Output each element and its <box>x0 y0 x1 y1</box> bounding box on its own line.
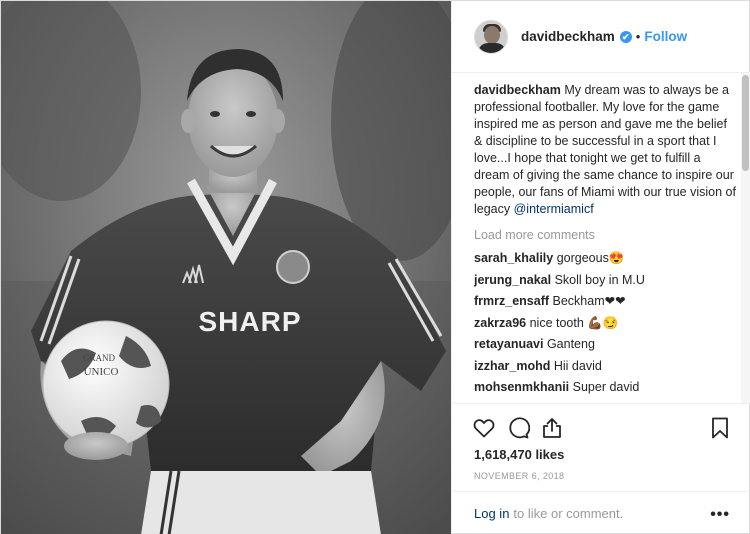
comment-text: gorgeous😍 <box>553 251 625 265</box>
comment-item: zakrza96 nice tooth 💪🏾😏 <box>474 315 736 332</box>
comment-username[interactable]: frmrz_ensaff <box>474 294 549 308</box>
caption-username[interactable]: davidbeckham <box>474 83 561 97</box>
post-footer: Log in to like or comment. ••• <box>452 491 750 534</box>
post-actions: 1,618,470 likes NOVEMBER 6, 2018 <box>452 403 750 491</box>
comment-text: Beckham❤❤ <box>549 294 626 308</box>
comment-item: izzhar_mohd Hii david <box>474 358 736 375</box>
follow-button[interactable]: Follow <box>644 29 687 44</box>
bookmark-icon[interactable] <box>708 416 732 440</box>
comment-item: frmrz_ensaff Beckham❤❤ <box>474 293 736 310</box>
caption-text: My dream was to always be a professional… <box>474 83 736 216</box>
post-caption: davidbeckham My dream was to always be a… <box>474 82 736 218</box>
instagram-post: SHARP GRAND UNICO davidbeckham ✔ • Follo… <box>0 0 750 534</box>
comment-icon[interactable] <box>506 416 530 440</box>
more-options-icon[interactable]: ••• <box>710 506 730 524</box>
comment-username[interactable]: sarah_khalily <box>474 251 553 265</box>
load-more-comments-button[interactable]: Load more comments <box>474 227 736 244</box>
comment-text: Hii david <box>550 358 602 373</box>
heart-icon[interactable] <box>472 416 496 440</box>
comment-item: mohsenmkhanii Super david <box>474 379 736 396</box>
ball-text-1: GRAND <box>83 353 116 363</box>
comment-username[interactable]: retayanuavi <box>474 337 543 351</box>
avatar[interactable] <box>474 19 508 54</box>
caption-mention-link[interactable]: @intermiamicf <box>514 202 594 216</box>
post-photo[interactable]: SHARP GRAND UNICO <box>1 1 451 534</box>
comment-text: Super david <box>569 380 640 394</box>
separator-dot: • <box>635 29 641 44</box>
share-icon[interactable] <box>540 416 564 440</box>
header-username[interactable]: davidbeckham <box>521 29 615 44</box>
scrollbar-thumb[interactable] <box>742 75 749 171</box>
comments-list[interactable]: davidbeckham My dream was to always be a… <box>474 73 736 403</box>
comment-username[interactable]: izzhar_mohd <box>474 359 550 373</box>
footer-text: to like or comment. <box>513 506 624 521</box>
comment-username[interactable]: zakrza96 <box>474 316 526 330</box>
comments-scrollbar[interactable] <box>741 73 750 403</box>
verified-badge-icon: ✔ <box>619 30 632 43</box>
ball-text-2: UNICO <box>84 366 119 378</box>
comment-username[interactable]: jerung_nakal <box>474 273 551 287</box>
post-panel: davidbeckham ✔ • Follow davidbeckham My … <box>451 1 750 534</box>
comment-text: Ganteng <box>543 337 595 351</box>
comment-username[interactable]: mohsenmkhanii <box>474 380 569 394</box>
comment-text: Skoll boy in M.U <box>551 272 645 287</box>
comment-item: retayanuavi Ganteng <box>474 336 736 353</box>
comment-item: jerung_nakal Skoll boy in M.U <box>474 272 736 289</box>
comment-item: sarah_khalily gorgeous😍 <box>474 250 736 267</box>
photo-illustration: SHARP GRAND UNICO <box>1 1 451 534</box>
likes-count[interactable]: 1,618,470 likes <box>474 447 564 462</box>
post-date: NOVEMBER 6, 2018 <box>474 471 565 481</box>
login-link[interactable]: Log in <box>474 506 509 521</box>
post-header: davidbeckham ✔ • Follow <box>452 1 750 73</box>
jersey-sponsor-text: SHARP <box>198 306 301 337</box>
comment-text: nice tooth 💪🏾😏 <box>526 315 619 330</box>
